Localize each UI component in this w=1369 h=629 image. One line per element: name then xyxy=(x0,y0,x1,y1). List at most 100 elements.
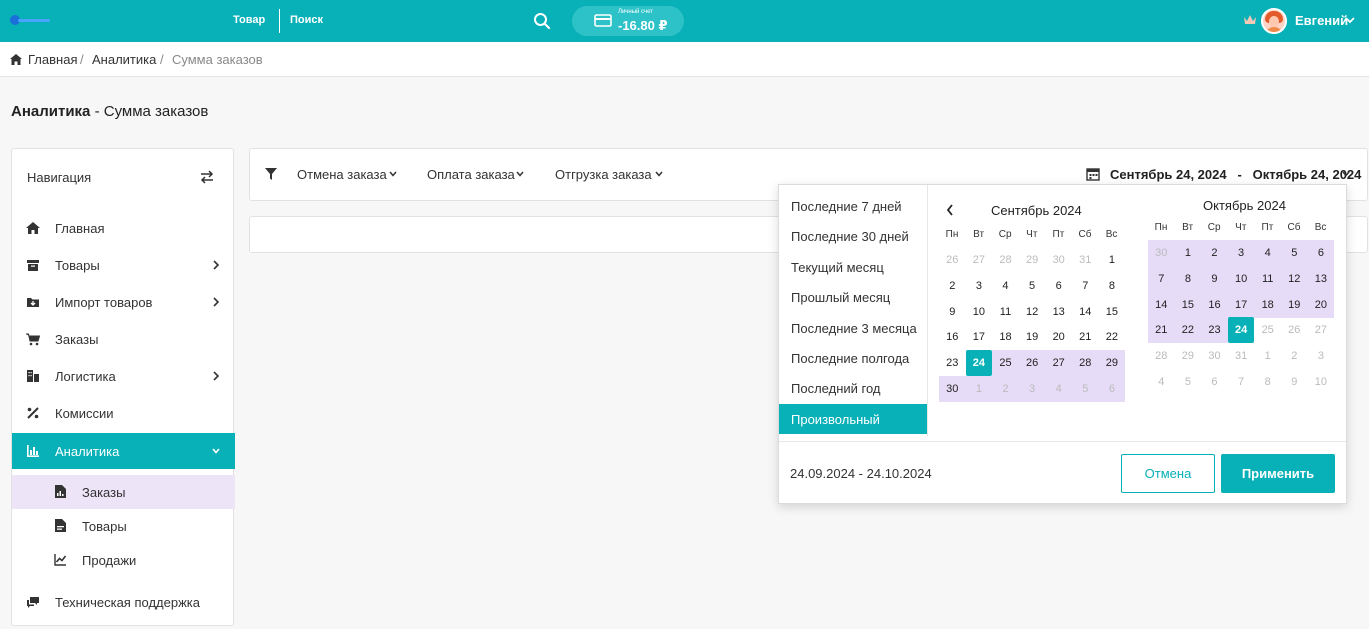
calendar-day[interactable]: 24 xyxy=(965,350,993,377)
calendar-day[interactable]: 31 xyxy=(1072,247,1099,273)
chevron-down-icon[interactable] xyxy=(389,171,397,177)
calendar-day[interactable]: 30 xyxy=(1148,240,1175,266)
calendar-day[interactable]: 8 xyxy=(1174,265,1202,292)
calendar-day[interactable]: 2 xyxy=(939,273,966,299)
calendar-day[interactable]: 3 xyxy=(1018,376,1046,402)
calendar-day[interactable]: 19 xyxy=(1019,324,1046,350)
calendar-day[interactable]: 3 xyxy=(1308,343,1335,369)
wallet-balance[interactable]: Личный счет -16.80 ₽ xyxy=(572,6,684,36)
calendar-day[interactable]: 16 xyxy=(939,324,966,350)
calendar-day[interactable]: 5 xyxy=(1175,369,1202,395)
sidebar-item-products[interactable]: Товары xyxy=(12,247,235,283)
calendar-day[interactable]: 6 xyxy=(1307,240,1335,266)
sidebar-item-logistics[interactable]: Логистика xyxy=(12,358,235,394)
calendar-day[interactable]: 26 xyxy=(1281,317,1308,343)
calendar-day[interactable]: 9 xyxy=(1281,369,1308,395)
calendar-day[interactable]: 15 xyxy=(1099,299,1126,325)
range-option[interactable]: Произвольный xyxy=(779,403,927,434)
date-range-toggle[interactable]: Сентябрь 24, 2024 - Октябрь 24, 2024 xyxy=(1110,167,1361,182)
calendar-day[interactable]: 18 xyxy=(992,324,1019,350)
calendar-day[interactable]: 5 xyxy=(1072,376,1099,402)
calendar-day[interactable]: 14 xyxy=(1148,291,1175,318)
calendar-icon[interactable] xyxy=(1086,167,1100,181)
breadcrumb-home[interactable]: Главная xyxy=(28,52,77,67)
user-name[interactable]: Евгений xyxy=(1295,13,1348,28)
calendar-day[interactable]: 12 xyxy=(1281,265,1308,292)
calendar-day[interactable]: 20 xyxy=(1045,324,1072,350)
calendar-day[interactable]: 9 xyxy=(1201,265,1228,292)
filter-order-payment[interactable]: Оплата заказа xyxy=(427,167,515,182)
calendar-day[interactable]: 1 xyxy=(965,376,993,402)
calendar-day[interactable]: 16 xyxy=(1201,291,1228,318)
range-option[interactable]: Текущий месяц xyxy=(779,252,927,282)
calendar-day[interactable]: 28 xyxy=(1072,350,1099,377)
calendar-day[interactable]: 2 xyxy=(1281,343,1308,369)
calendar-day[interactable]: 26 xyxy=(939,247,966,273)
calendar-day[interactable]: 20 xyxy=(1307,291,1335,318)
sidebar-subitem-orders[interactable]: Заказы xyxy=(12,475,235,509)
calendar-day[interactable]: 17 xyxy=(1227,291,1255,318)
nav-search[interactable]: Поиск xyxy=(290,14,323,26)
calendar-day[interactable]: 2 xyxy=(992,376,1019,402)
calendar-day[interactable]: 27 xyxy=(1045,350,1072,377)
calendar-day[interactable]: 27 xyxy=(966,247,993,273)
range-option[interactable]: Последние 30 дней xyxy=(779,221,927,251)
sidebar-subitem-sales[interactable]: Продажи xyxy=(12,543,235,577)
calendar-day[interactable]: 4 xyxy=(1045,376,1072,402)
calendar-day[interactable]: 18 xyxy=(1254,291,1281,318)
calendar-day[interactable]: 25 xyxy=(992,350,1019,377)
calendar-day[interactable]: 13 xyxy=(1307,265,1335,292)
calendar-day[interactable]: 14 xyxy=(1072,299,1099,325)
calendar-day[interactable]: 25 xyxy=(1254,317,1281,343)
calendar-day[interactable]: 9 xyxy=(939,299,966,325)
calendar-day[interactable]: 30 xyxy=(1045,247,1072,273)
sidebar-item-support[interactable]: Техническая поддержка xyxy=(12,584,235,620)
range-option[interactable]: Прошлый месяц xyxy=(779,282,927,312)
chevron-down-icon[interactable] xyxy=(1345,16,1355,24)
sidebar-item-home[interactable]: Главная xyxy=(12,210,235,246)
calendar-day[interactable]: 31 xyxy=(1228,343,1255,369)
range-option[interactable]: Последние полгода xyxy=(779,343,927,373)
calendar-day[interactable]: 3 xyxy=(1227,240,1255,266)
filter-order-shipment[interactable]: Отгрузка заказа xyxy=(555,167,652,182)
search-icon[interactable] xyxy=(533,12,551,30)
calendar-day[interactable]: 6 xyxy=(1201,369,1228,395)
calendar-day[interactable]: 19 xyxy=(1281,291,1308,318)
chevron-down-icon[interactable] xyxy=(1342,171,1350,177)
calendar-day[interactable]: 3 xyxy=(966,273,993,299)
calendar-day[interactable]: 4 xyxy=(1254,240,1281,266)
calendar-day[interactable]: 7 xyxy=(1072,273,1099,299)
range-option[interactable]: Последние 7 дней xyxy=(779,191,927,221)
calendar-day[interactable]: 11 xyxy=(992,299,1019,325)
calendar-day[interactable]: 29 xyxy=(1098,350,1126,377)
calendar-day[interactable]: 22 xyxy=(1174,317,1202,344)
calendar-day[interactable]: 28 xyxy=(1148,343,1175,369)
sidebar-item-orders[interactable]: Заказы xyxy=(12,321,235,357)
sidebar-item-commissions[interactable]: Комиссии xyxy=(12,395,235,431)
filter-order-cancel[interactable]: Отмена заказа xyxy=(297,167,387,182)
apply-button[interactable]: Применить xyxy=(1221,454,1335,493)
range-option[interactable]: Последние 3 месяца xyxy=(779,313,927,343)
avatar[interactable] xyxy=(1261,8,1287,34)
calendar-day[interactable]: 7 xyxy=(1148,265,1175,292)
calendar-day[interactable]: 2 xyxy=(1201,240,1228,266)
calendar-day[interactable]: 22 xyxy=(1099,324,1126,350)
calendar-day[interactable]: 12 xyxy=(1019,299,1046,325)
calendar-day[interactable]: 24 xyxy=(1227,317,1255,344)
calendar-day[interactable]: 29 xyxy=(1019,247,1046,273)
calendar-day[interactable]: 13 xyxy=(1045,299,1072,325)
sidebar-item-import[interactable]: Импорт товаров xyxy=(12,284,235,320)
calendar-day[interactable]: 5 xyxy=(1281,240,1308,266)
calendar-day[interactable]: 4 xyxy=(992,273,1019,299)
logo[interactable] xyxy=(10,13,50,27)
calendar-day[interactable]: 21 xyxy=(1072,324,1099,350)
calendar-day[interactable]: 15 xyxy=(1174,291,1202,318)
calendar-day[interactable]: 8 xyxy=(1254,369,1281,395)
calendar-day[interactable]: 5 xyxy=(1019,273,1046,299)
calendar-day[interactable]: 26 xyxy=(1018,350,1046,377)
cancel-button[interactable]: Отмена xyxy=(1121,454,1215,493)
calendar-day[interactable]: 27 xyxy=(1308,317,1335,343)
calendar-day[interactable]: 1 xyxy=(1099,247,1126,273)
calendar-day[interactable]: 4 xyxy=(1148,369,1175,395)
calendar-day[interactable]: 7 xyxy=(1228,369,1255,395)
